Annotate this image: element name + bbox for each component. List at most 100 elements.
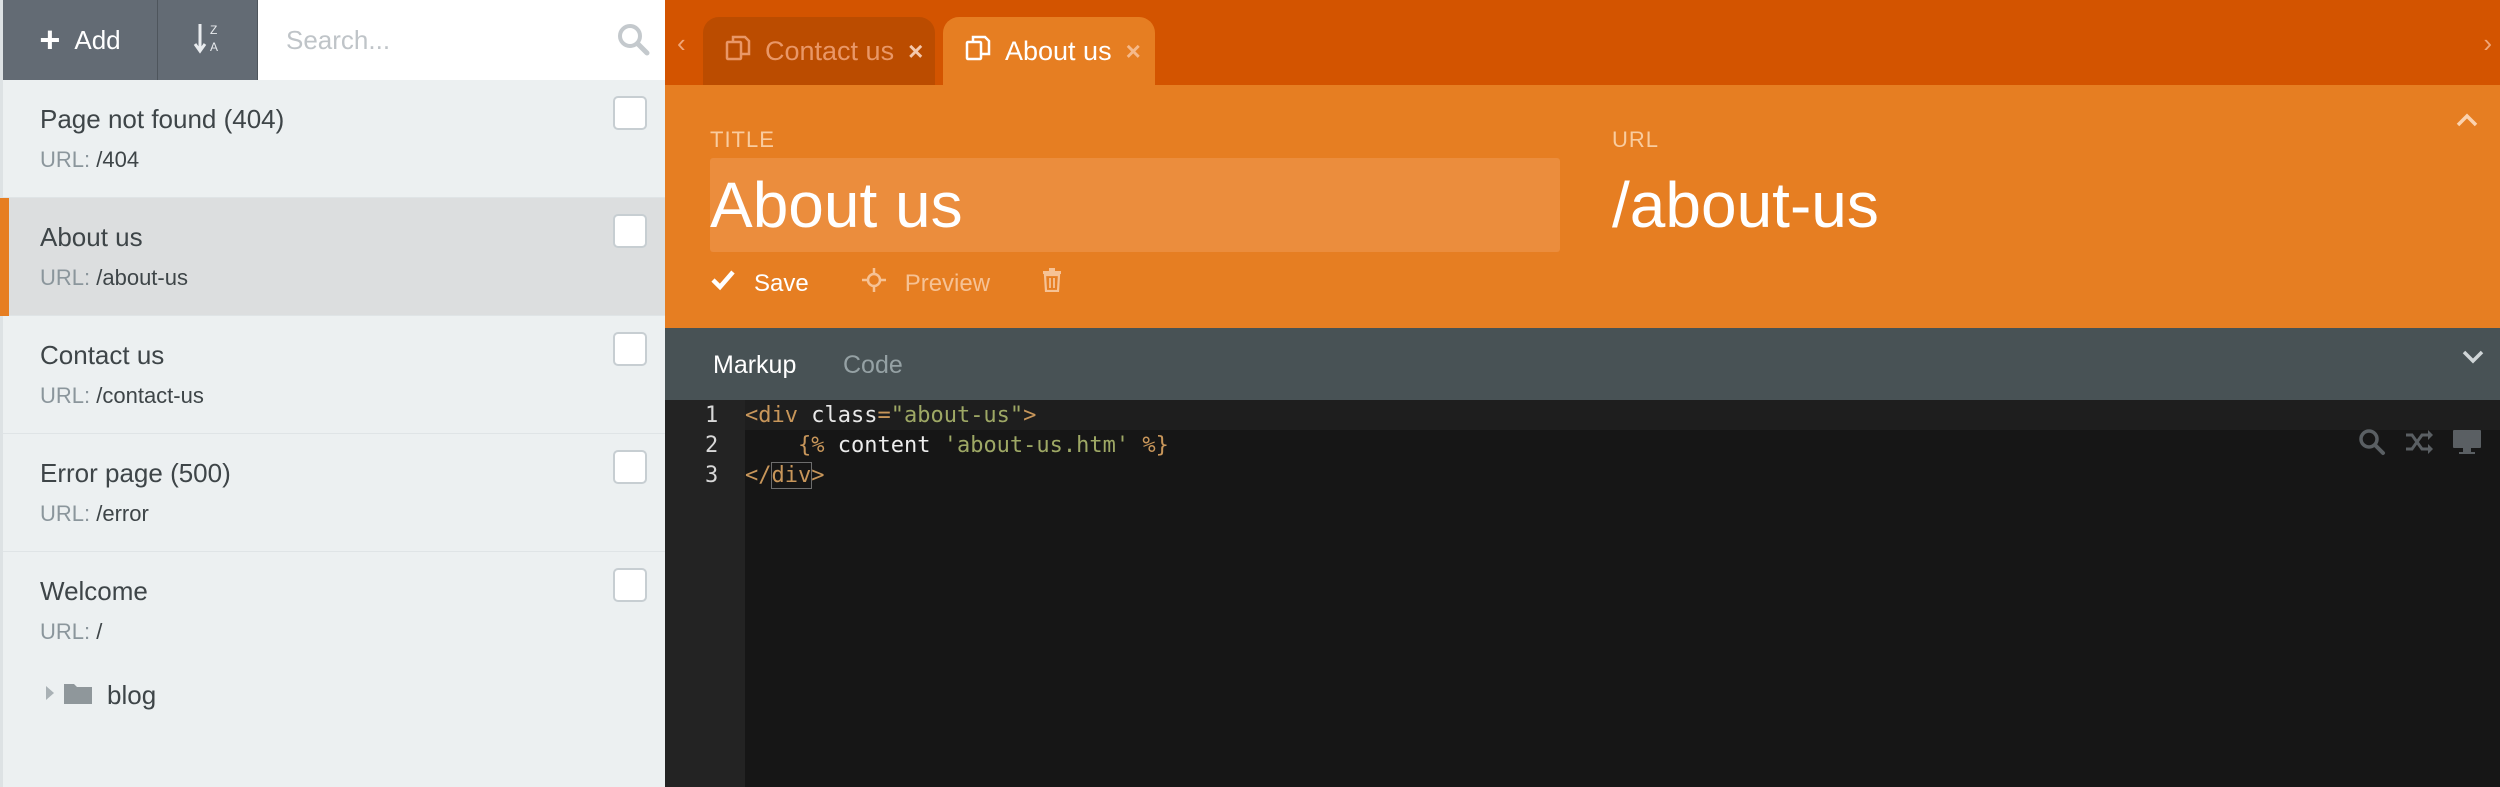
monitor-icon[interactable] xyxy=(2452,428,2482,461)
sort-letter-bottom: A xyxy=(210,40,218,54)
preview-button[interactable]: Preview xyxy=(861,267,990,300)
code-token: %} xyxy=(1129,433,1169,458)
sort-alpha-icon: Z A xyxy=(193,21,223,60)
line-number: 2 xyxy=(705,433,719,458)
caret-right-icon[interactable] xyxy=(45,685,55,706)
delete-button[interactable] xyxy=(1042,268,1062,299)
list-item-title: Page not found (404) xyxy=(40,104,285,134)
url-prefix: URL: xyxy=(40,619,91,645)
list-item[interactable]: Error page (500) URL: /error xyxy=(3,434,665,552)
list-item-url: URL: / xyxy=(40,619,665,645)
url-value: /error xyxy=(96,501,149,527)
chevron-up-icon[interactable] xyxy=(2456,113,2478,132)
list-item-checkbox[interactable] xyxy=(613,96,647,130)
code-token: > xyxy=(1023,403,1037,428)
url-value: /contact-us xyxy=(96,383,204,409)
url-prefix: URL: xyxy=(40,501,91,527)
form-actions: Save Preview xyxy=(710,267,1114,300)
title-input[interactable]: About us xyxy=(710,158,1560,252)
list-item-url: URL: /contact-us xyxy=(40,383,665,409)
chevron-down-icon[interactable] xyxy=(2462,350,2484,369)
code-token: 'about-us.htm' xyxy=(943,433,1130,458)
url-prefix: URL: xyxy=(40,383,91,409)
list-item-checkbox[interactable] xyxy=(613,214,647,248)
code-token: > xyxy=(811,463,825,488)
shuffle-icon[interactable] xyxy=(2404,428,2434,461)
code-token: <div xyxy=(745,403,798,428)
list-item-url: URL: /about-us xyxy=(40,265,665,291)
url-value: /about-us xyxy=(96,265,188,291)
list-item-title: Welcome xyxy=(40,576,148,606)
pages-icon xyxy=(965,35,991,68)
page-form: TITLE About us URL /about-us Save Previe… xyxy=(665,85,2500,328)
search-icon[interactable] xyxy=(2358,428,2386,461)
code-line-1: <div class="about-us"> xyxy=(745,403,1036,428)
close-icon[interactable]: × xyxy=(908,36,923,67)
editor-toolbar xyxy=(2358,428,2482,461)
list-item-checkbox[interactable] xyxy=(613,450,647,484)
tab-markup[interactable]: Markup xyxy=(713,351,796,380)
code-token: </ xyxy=(745,463,772,488)
pages-icon xyxy=(725,35,751,68)
checkmark-icon xyxy=(710,269,736,298)
title-value: About us xyxy=(710,169,963,241)
sidebar-toolbar: + Add Z A xyxy=(3,0,668,80)
folder-blog[interactable]: blog xyxy=(3,670,156,720)
code-token: div xyxy=(770,462,813,489)
line-gutter xyxy=(665,400,745,787)
search-input[interactable] xyxy=(258,0,668,80)
page-list: Page not found (404) URL: /404 About us … xyxy=(0,80,665,670)
tab-code[interactable]: Code xyxy=(843,351,903,380)
url-label: URL xyxy=(1612,127,1660,152)
sort-button[interactable]: Z A xyxy=(158,0,258,80)
list-item-title: Contact us xyxy=(40,340,165,370)
preview-label: Preview xyxy=(904,269,991,297)
tab-contact-us[interactable]: Contact us × xyxy=(703,17,935,85)
list-item-title: About us xyxy=(40,222,143,252)
tab-label: Contact us xyxy=(765,35,895,66)
line-number: 3 xyxy=(705,463,719,488)
scroll-right-icon[interactable]: › xyxy=(2483,28,2492,59)
list-item[interactable]: Contact us URL: /contact-us xyxy=(3,316,665,434)
list-item[interactable]: Page not found (404) URL: /404 xyxy=(3,80,665,198)
list-item-checkbox[interactable] xyxy=(613,568,647,602)
trash-icon xyxy=(1042,268,1062,299)
code-editor[interactable]: 1 2 3 <div class="about-us"> {% content … xyxy=(665,400,2500,787)
list-item-checkbox[interactable] xyxy=(613,332,647,366)
code-line-2: {% content 'about-us.htm' %} xyxy=(745,433,1169,458)
title-label: TITLE xyxy=(710,127,775,152)
editor-tab-bar: Markup Code xyxy=(665,328,2500,400)
crosshair-icon xyxy=(861,267,887,300)
folder-label: blog xyxy=(107,679,157,710)
tab-about-us[interactable]: About us × xyxy=(943,17,1155,85)
code-token: {% xyxy=(797,433,825,458)
add-button[interactable]: + Add xyxy=(3,0,158,80)
code-token: class xyxy=(797,403,878,428)
close-icon[interactable]: × xyxy=(1126,36,1141,67)
search-icon[interactable] xyxy=(616,22,650,61)
save-label: Save xyxy=(754,269,809,297)
sort-letter-top: Z xyxy=(210,23,217,37)
code-line-3: </div> xyxy=(745,462,825,489)
list-item-title: Error page (500) xyxy=(40,458,231,488)
add-button-label: Add xyxy=(74,24,121,55)
line-number: 1 xyxy=(705,403,719,428)
code-token: = xyxy=(877,403,891,428)
scroll-left-icon[interactable]: ‹ xyxy=(677,28,686,59)
list-item[interactable]: Welcome URL: / xyxy=(3,552,665,670)
list-item-url: URL: /error xyxy=(40,501,665,527)
sidebar: + Add Z A Page n xyxy=(0,0,668,787)
search-box xyxy=(258,0,668,80)
plus-icon: + xyxy=(39,19,61,60)
url-value: /404 xyxy=(96,147,140,173)
url-prefix: URL: xyxy=(40,147,91,173)
code-token: content xyxy=(824,433,944,458)
save-button[interactable]: Save xyxy=(710,269,809,298)
list-item[interactable]: About us URL: /about-us xyxy=(0,198,665,316)
code-token: "about-us" xyxy=(890,403,1024,428)
tab-label: About us xyxy=(1005,35,1112,66)
list-item-url: URL: /404 xyxy=(40,147,665,173)
url-input[interactable]: /about-us xyxy=(1612,168,1879,242)
url-prefix: URL: xyxy=(40,265,91,291)
